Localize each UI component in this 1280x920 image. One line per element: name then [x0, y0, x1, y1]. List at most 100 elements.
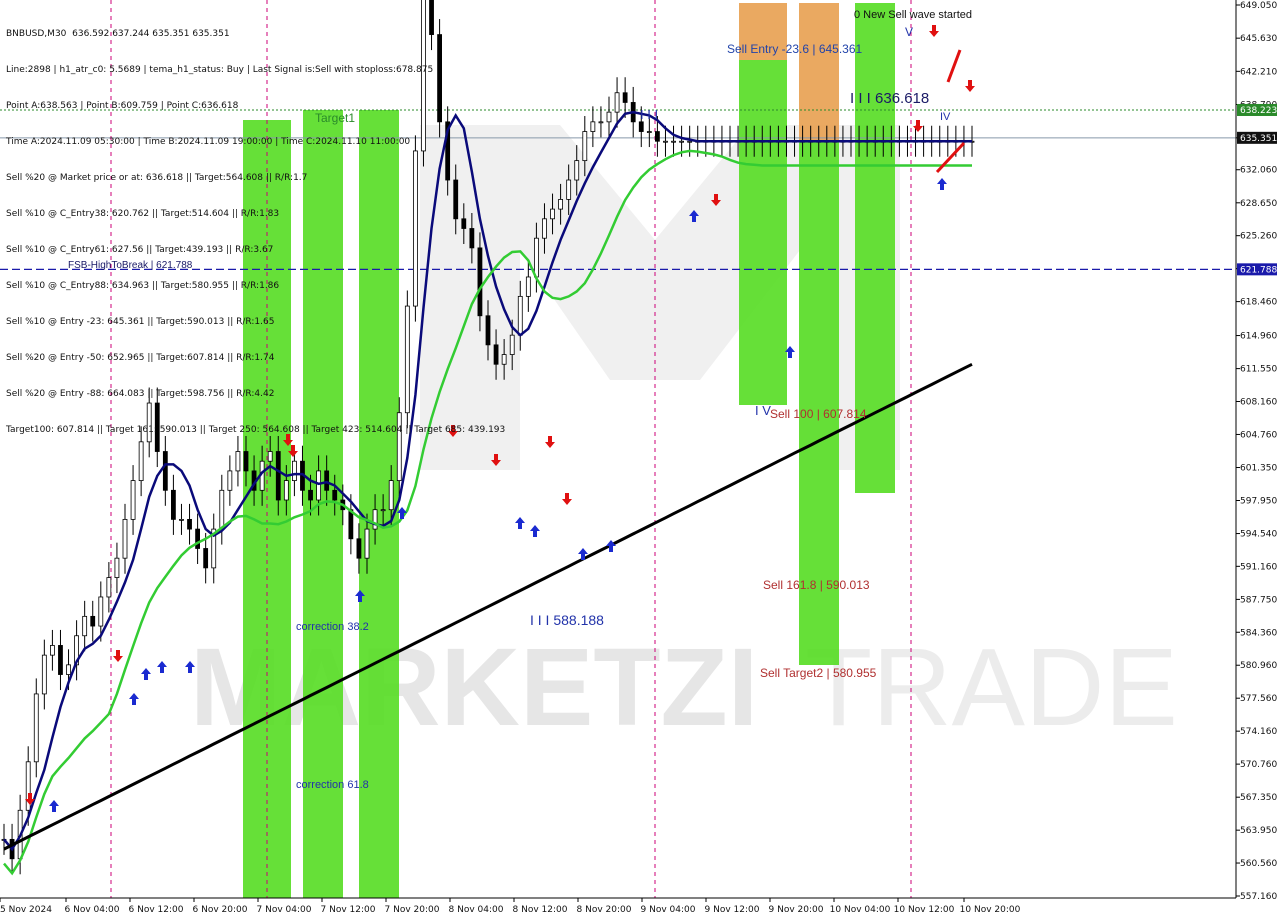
candle-body	[122, 518, 128, 559]
candle-body	[525, 276, 531, 297]
candle-body	[203, 548, 209, 569]
candle-body	[671, 140, 676, 143]
candle-body	[638, 121, 644, 132]
candle-body	[348, 509, 354, 540]
candle-body	[509, 334, 515, 355]
candle-body	[316, 470, 322, 501]
info-line: Target100: 607.814 || Target 161: 590.01…	[6, 425, 506, 435]
candle-body	[687, 140, 693, 143]
y-tick-label: 601.350	[1240, 464, 1277, 474]
candle-body	[655, 131, 660, 142]
y-tick-label: 649.050	[1240, 1, 1277, 11]
candle-body	[550, 208, 555, 220]
info-line: Sell %10 @ Entry -23: 645.361 || Target:…	[6, 317, 275, 327]
candle-body	[187, 518, 192, 530]
candle-body	[82, 615, 88, 637]
price-tag-label: 635.351	[1240, 134, 1277, 144]
candle-body	[388, 480, 394, 511]
y-tick-label: 594.540	[1240, 530, 1277, 540]
candle-body	[590, 121, 596, 132]
candle-body	[356, 538, 362, 559]
x-tick-label: 7 Nov 20:00	[385, 905, 440, 915]
candle-body	[106, 577, 112, 598]
wave-v-label: V	[905, 25, 913, 39]
x-tick-label: 6 Nov 12:00	[129, 905, 184, 915]
candle-body	[227, 470, 233, 491]
y-tick-label: 560.560	[1240, 859, 1277, 869]
candle-body	[243, 451, 249, 472]
y-tick-label: 557.160	[1240, 892, 1277, 902]
correction38-label: correction 38.2	[296, 621, 369, 633]
y-tick-label: 628.650	[1240, 199, 1277, 209]
candle-body	[41, 654, 47, 695]
x-tick-label: 10 Nov 20:00	[960, 905, 1021, 915]
y-tick-label: 570.760	[1240, 760, 1277, 770]
candle-body	[162, 451, 168, 491]
candle-body	[679, 140, 684, 143]
candle-body	[267, 451, 273, 462]
x-tick-label: 8 Nov 20:00	[577, 905, 632, 915]
point-a-label: I I I	[640, 107, 658, 122]
x-tick-label: 7 Nov 12:00	[321, 905, 376, 915]
y-tick-label: 563.950	[1240, 826, 1277, 836]
candle-body	[114, 557, 120, 578]
info-line: Time A:2024.11.09 05:30:00 | Time B:2024…	[6, 137, 411, 147]
y-tick-label: 584.360	[1240, 628, 1277, 638]
info-line: Line:2898 | h1_atr_c0: 5.5689 | tema_h1_…	[6, 65, 434, 75]
info-line: Sell %10 @ C_Entry38: 620.762 || Target:…	[6, 209, 280, 219]
candle-body	[291, 460, 297, 482]
y-tick-label: 618.460	[1240, 298, 1277, 308]
point-b-label: I V	[755, 403, 771, 418]
watermark-light: TRADE	[805, 626, 1178, 749]
point-iv-label: IV	[940, 111, 951, 123]
sell161-label: Sell 161.8 | 590.013	[763, 578, 870, 592]
candle-body	[50, 645, 55, 656]
info-line: Sell %20 @ Entry -50: 652.965 || Target:…	[6, 353, 275, 363]
candle-body	[582, 131, 588, 162]
y-tick-label: 642.210	[1240, 67, 1277, 77]
info-line: Sell %10 @ C_Entry88: 634.963 || Target:…	[6, 281, 280, 291]
candle-body	[58, 645, 63, 675]
x-tick-label: 9 Nov 20:00	[769, 905, 824, 915]
y-tick-label: 580.960	[1240, 661, 1277, 671]
y-tick-label: 591.160	[1240, 562, 1277, 572]
candle-body	[219, 489, 225, 530]
candle-body	[170, 489, 176, 520]
y-tick-label: 587.750	[1240, 595, 1277, 605]
x-tick-label: 8 Nov 04:00	[449, 905, 504, 915]
info-panel: BNBUSD,M30 636.592 637.244 635.351 635.3…	[6, 4, 505, 448]
candle-body	[517, 295, 523, 336]
candle-body	[66, 664, 71, 675]
x-tick-label: 9 Nov 12:00	[705, 905, 760, 915]
x-tick-label: 7 Nov 04:00	[257, 905, 312, 915]
y-tick-label: 577.560	[1240, 694, 1277, 704]
y-tick-label: 597.950	[1240, 496, 1277, 506]
wave-started-label: 0 New Sell wave started	[854, 9, 972, 21]
candle-body	[534, 237, 539, 278]
candle-body	[275, 451, 281, 501]
candle-body	[566, 179, 572, 200]
low-point-label: I I I 588.188	[530, 612, 604, 628]
info-line: Point A:638.563 | Point B:609.759 | Poin…	[6, 101, 239, 111]
candle-body	[606, 111, 612, 123]
y-tick-label: 567.350	[1240, 793, 1277, 803]
candle-body	[195, 528, 201, 549]
candle-body	[98, 596, 104, 627]
correction61-label: correction 61.8	[296, 779, 369, 791]
candle-body	[33, 693, 39, 763]
x-tick-label: 6 Nov 20:00	[193, 905, 248, 915]
x-tick-label: 6 Nov 04:00	[65, 905, 120, 915]
y-tick-label: 611.550	[1240, 365, 1277, 375]
candle-body	[179, 518, 184, 521]
x-tick-label: 10 Nov 04:00	[830, 905, 891, 915]
candle-body	[308, 489, 313, 501]
y-tick-label: 614.960	[1240, 332, 1277, 342]
info-line: Sell %10 @ C_Entry61: 627.56 || Target:4…	[6, 245, 274, 255]
y-tick-label: 625.260	[1240, 232, 1277, 242]
candle-body	[372, 509, 378, 530]
y-tick-label: 632.060	[1240, 166, 1277, 176]
info-line: Sell %20 @ Entry -88: 664.083 || Target:…	[6, 389, 275, 399]
info-line: Sell %20 @ Market price or at: 636.618 |…	[6, 173, 308, 183]
sell-entry-label: Sell Entry -23.6 | 645.361	[727, 42, 863, 56]
candle-body	[614, 92, 620, 113]
